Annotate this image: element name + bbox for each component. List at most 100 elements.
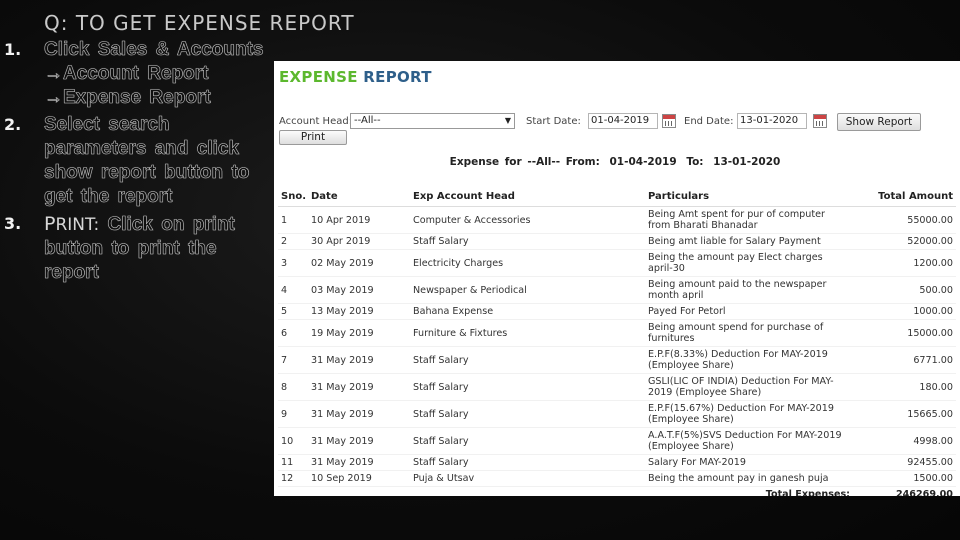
- step-2: 2. Select search parameters and click sh…: [4, 113, 266, 209]
- cell-account-head: Staff Salary: [410, 373, 645, 401]
- cell-date: 10 Apr 2019: [308, 206, 410, 234]
- account-head-label: Account Head:: [279, 116, 353, 127]
- cell-date: 19 May 2019: [308, 319, 410, 347]
- print-button[interactable]: Print: [279, 130, 347, 145]
- table-row: 6 19 May 2019 Furniture & Fixtures Being am…: [278, 319, 956, 347]
- start-date-input[interactable]: 01-04-2019: [588, 113, 658, 129]
- expense-for-heading: Expense for --All-- From: 01-04-2019 To:…: [449, 156, 781, 168]
- calendar-icon[interactable]: [813, 114, 827, 128]
- cell-amount: 1200.00: [853, 249, 956, 277]
- total-row: Total Expenses: 246269.00: [278, 486, 956, 496]
- cell-sno: 6: [278, 319, 308, 347]
- calendar-icon[interactable]: [662, 114, 676, 128]
- cell-account-head: Staff Salary: [410, 346, 645, 374]
- start-date-label: Start Date:: [526, 116, 581, 127]
- step-text: Select search parameters and click show …: [44, 114, 250, 208]
- cell-sno: 3: [278, 249, 308, 277]
- step-text: Click Sales & Accounts →Account Report →…: [44, 39, 264, 109]
- cell-account-head: Staff Salary: [410, 427, 645, 455]
- table-row: 1 10 Apr 2019 Computer & Accessories Being …: [278, 206, 956, 234]
- table-row: 3 02 May 2019 Electricity Charges Being the…: [278, 249, 956, 277]
- cell-date: 02 May 2019: [308, 249, 410, 277]
- cell-sno: 8: [278, 373, 308, 401]
- show-report-button[interactable]: Show Report: [837, 113, 921, 131]
- table-row: 8 31 May 2019 Staff Salary GSLI(LIC OF INDI…: [278, 373, 956, 401]
- cell-particulars: Being the amount pay in ganesh puja: [645, 470, 853, 487]
- cell-date: 13 May 2019: [308, 303, 410, 320]
- cell-amount: 92455.00: [853, 454, 956, 471]
- cell-date: 31 May 2019: [308, 373, 410, 401]
- col-header-sno: Sno.: [278, 186, 308, 207]
- cell-amount: 1000.00: [853, 303, 956, 320]
- cell-account-head: Computer & Accessories: [410, 206, 645, 234]
- end-date-input[interactable]: 13-01-2020: [737, 113, 807, 129]
- cell-amount: 500.00: [853, 276, 956, 304]
- cell-account-head: Staff Salary: [410, 233, 645, 250]
- cell-particulars: E.P.F(15.67%) Deduction For MAY-2019 (Em…: [645, 400, 853, 428]
- report-filter-form: Account Head: --All-- ▼ Start Date: 01-0…: [279, 113, 955, 131]
- step-text-wrapper: PRINT: Click on print button to print th…: [44, 212, 266, 285]
- step-number: 2.: [4, 115, 22, 134]
- cell-sno: 2: [278, 233, 308, 250]
- table-row: 7 31 May 2019 Staff Salary E.P.F(8.33%) Ded…: [278, 346, 956, 374]
- step-3: 3. PRINT: Click on print button to print…: [4, 212, 266, 285]
- total-value: 246269.00: [853, 486, 956, 496]
- cell-particulars: GSLI(LIC OF INDIA) Deduction For MAY-201…: [645, 373, 853, 401]
- cell-account-head: Puja & Utsav: [410, 470, 645, 487]
- cell-particulars: Salary For MAY-2019: [645, 454, 853, 471]
- cell-date: 31 May 2019: [308, 346, 410, 374]
- cell-sno: 10: [278, 427, 308, 455]
- table-row: 11 31 May 2019 Staff Salary Salary For MAY-…: [278, 454, 956, 471]
- table-row: 12 10 Sep 2019 Puja & Utsav Being the amoun…: [278, 470, 956, 487]
- cell-date: 10 Sep 2019: [308, 470, 410, 487]
- slide-title: Q: TO GET EXPENSE REPORT: [44, 11, 355, 35]
- cell-account-head: Electricity Charges: [410, 249, 645, 277]
- table-row: 2 30 Apr 2019 Staff Salary Being amt liable…: [278, 233, 956, 250]
- cell-account-head: Bahana Expense: [410, 303, 645, 320]
- table-row: 10 31 May 2019 Staff Salary A.A.T.F(5%)SVS …: [278, 427, 956, 455]
- cell-sno: 1: [278, 206, 308, 234]
- table-row: 9 31 May 2019 Staff Salary E.P.F(15.67%) De…: [278, 400, 956, 428]
- end-date-label: End Date:: [684, 116, 734, 127]
- cell-particulars: Being amount paid to the newspaper month…: [645, 276, 853, 304]
- cell-amount: 1500.00: [853, 470, 956, 487]
- table-row: 4 03 May 2019 Newspaper & Periodical Being …: [278, 276, 956, 304]
- cell-particulars: Being Amt spent for pur of computer from…: [645, 206, 853, 234]
- cell-account-head: Staff Salary: [410, 400, 645, 428]
- cell-particulars: E.P.F(8.33%) Deduction For MAY-2019 (Emp…: [645, 346, 853, 374]
- cell-particulars: Being amount spend for purchase of furni…: [645, 319, 853, 347]
- report-title: EXPENSE REPORT: [279, 68, 432, 86]
- cell-amount: 52000.00: [853, 233, 956, 250]
- cell-particulars: Payed For Petorl: [645, 303, 853, 320]
- cell-particulars: A.A.T.F(5%)SVS Deduction For MAY-2019 (E…: [645, 427, 853, 455]
- step-1: 1. Click Sales & Accounts →Account Repor…: [4, 38, 266, 110]
- cell-sno: 11: [278, 454, 308, 471]
- col-header-particulars: Particulars: [645, 186, 853, 207]
- cell-amount: 6771.00: [853, 346, 956, 374]
- col-header-account-head: Exp Account Head: [410, 186, 645, 207]
- account-head-select[interactable]: --All-- ▼: [350, 113, 515, 129]
- cell-particulars: Being amt liable for Salary Payment: [645, 233, 853, 250]
- print-keyword: PRINT:: [44, 213, 100, 235]
- cell-sno: 4: [278, 276, 308, 304]
- cell-sno: 9: [278, 400, 308, 428]
- instruction-steps: 1. Click Sales & Accounts →Account Repor…: [4, 38, 266, 288]
- cell-date: 03 May 2019: [308, 276, 410, 304]
- cell-amount: 15000.00: [853, 319, 956, 347]
- cell-particulars: Being the amount pay Elect charges april…: [645, 249, 853, 277]
- dropdown-arrow-icon: ▼: [504, 116, 511, 125]
- table-header-row: Sno. Date Exp Account Head Particulars T…: [278, 186, 956, 207]
- expense-report-screenshot: EXPENSE REPORT Account Head: --All-- ▼ S…: [274, 61, 960, 496]
- cell-date: 31 May 2019: [308, 400, 410, 428]
- step-number: 3.: [4, 214, 22, 233]
- cell-amount: 55000.00: [853, 206, 956, 234]
- table-row: 5 13 May 2019 Bahana Expense Payed For Peto…: [278, 303, 956, 320]
- col-header-date: Date: [308, 186, 410, 207]
- step-number: 1.: [4, 40, 22, 59]
- cell-sno: 12: [278, 470, 308, 487]
- cell-sno: 7: [278, 346, 308, 374]
- total-label: Total Expenses:: [278, 486, 853, 496]
- cell-sno: 5: [278, 303, 308, 320]
- cell-account-head: Staff Salary: [410, 454, 645, 471]
- cell-account-head: Furniture & Fixtures: [410, 319, 645, 347]
